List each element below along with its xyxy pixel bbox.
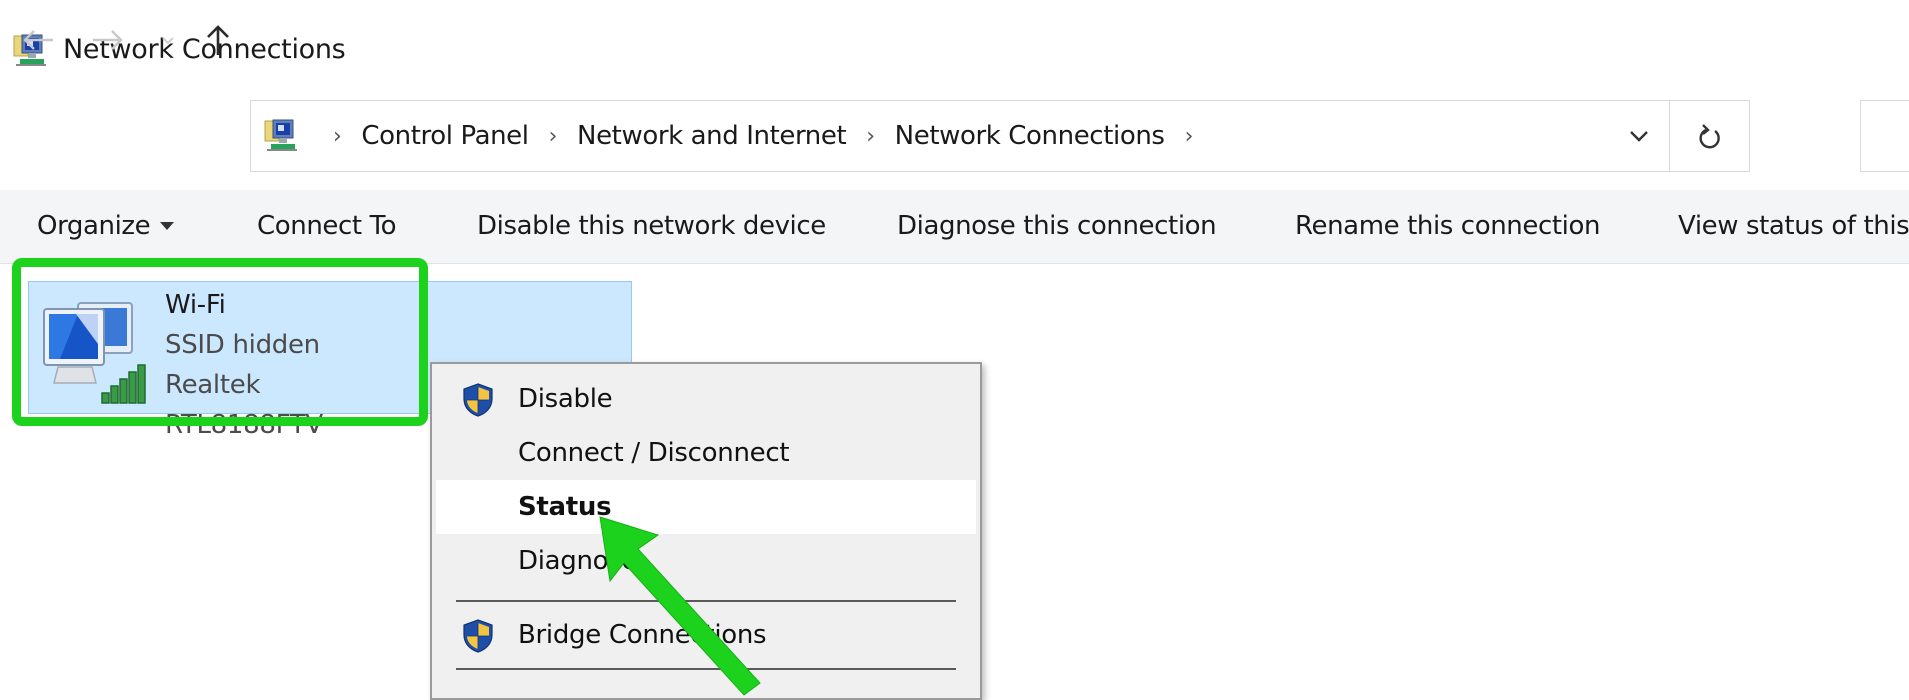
breadcrumb-control-panel[interactable]: Control Panel (361, 121, 529, 151)
diagnose-connection-button[interactable]: Diagnose this connection (897, 211, 1217, 241)
rename-connection-button[interactable]: Rename this connection (1295, 211, 1600, 241)
menu-separator (456, 668, 956, 670)
breadcrumb-network-connections[interactable]: Network Connections (895, 121, 1165, 151)
breadcrumb-network-and-internet[interactable]: Network and Internet (577, 121, 847, 151)
menu-item-label: Diagnose (518, 546, 638, 576)
recent-locations-button[interactable] (156, 18, 180, 62)
menu-item-status[interactable]: Status (436, 480, 976, 534)
view-status-button[interactable]: View status of this (1678, 211, 1909, 241)
menu-item-label: Disable (518, 384, 613, 414)
breadcrumb-separator[interactable]: › (333, 124, 342, 149)
arrow-left-icon (23, 30, 53, 50)
menu-item-connect-disconnect[interactable]: Connect / Disconnect (436, 426, 976, 480)
arrow-right-icon (93, 30, 123, 50)
menu-item-bridge-connections[interactable]: Bridge Connections (436, 608, 976, 662)
arrow-up-icon (207, 25, 229, 55)
menu-item-disable[interactable]: Disable (436, 372, 976, 426)
caret-down-icon (160, 222, 175, 230)
breadcrumb-separator[interactable]: › (1185, 124, 1194, 149)
uac-shield-icon (463, 619, 493, 653)
address-bar[interactable]: › Control Panel › Network and Internet ›… (250, 100, 1750, 172)
back-button[interactable] (18, 18, 58, 62)
forward-button[interactable] (88, 18, 128, 62)
title-bar: Network Connections (0, 0, 1909, 100)
menu-item-diagnose[interactable]: Diagnose (436, 534, 976, 588)
organize-button[interactable]: Organize (37, 211, 175, 241)
refresh-button[interactable] (1669, 101, 1749, 171)
disable-device-button[interactable]: Disable this network device (477, 211, 826, 241)
breadcrumb-separator[interactable]: › (549, 124, 558, 149)
uac-shield-icon (463, 383, 493, 417)
context-menu: Disable Connect / Disconnect Status Diag… (430, 362, 982, 700)
refresh-icon (1698, 124, 1720, 149)
up-button[interactable] (198, 18, 238, 62)
breadcrumb-separator[interactable]: › (866, 124, 875, 149)
menu-item-label: Status (518, 492, 612, 522)
annotation-highlight-box (12, 258, 428, 426)
chevron-down-icon (1630, 131, 1648, 142)
search-input[interactable] (1860, 100, 1909, 172)
network-connections-icon (264, 119, 297, 151)
menu-separator (456, 600, 956, 602)
chevron-down-icon (162, 37, 174, 45)
menu-item-label: Bridge Connections (518, 620, 767, 650)
menu-item-label: Connect / Disconnect (518, 438, 790, 468)
network-connections-window: Network Connections › Control Panel › Ne… (0, 0, 1909, 700)
breadcrumb: › Control Panel › Network and Internet ›… (313, 101, 1213, 171)
organize-label: Organize (37, 211, 151, 241)
connect-to-button[interactable]: Connect To (257, 211, 397, 241)
command-bar: Organize Connect To Disable this network… (0, 190, 1909, 264)
address-history-dropdown[interactable] (1609, 101, 1669, 171)
